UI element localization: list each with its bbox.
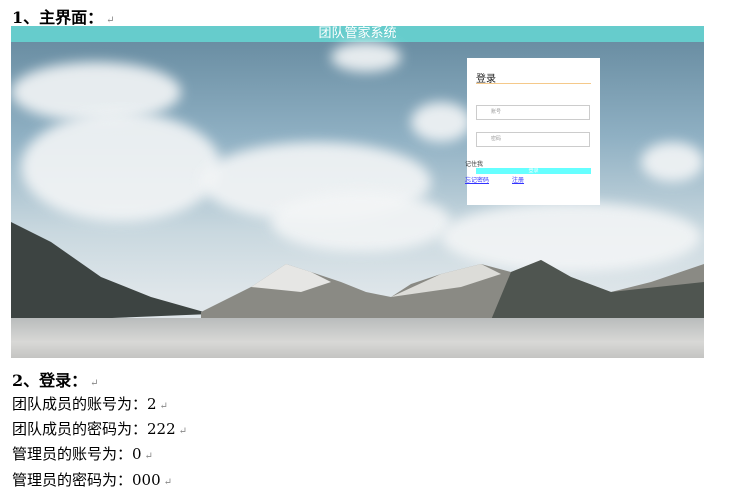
paragraph-mark: ↵ xyxy=(163,477,173,488)
member-account-line: 团队成员的账号为：2 ↵ xyxy=(12,393,168,414)
paragraph-mark: ↵ xyxy=(144,451,153,462)
heading-main-interface: 1、主界面： ↵ xyxy=(12,4,115,28)
login-button[interactable]: 登录 xyxy=(476,168,591,174)
admin-password-line: 管理员的密码为：000 ↵ xyxy=(12,469,172,490)
line-text: 团队成员的密码为：222 xyxy=(12,420,176,438)
frozen-lake xyxy=(11,318,704,358)
paragraph-mark: ↵ xyxy=(90,378,99,389)
paragraph-mark: ↵ xyxy=(178,426,188,437)
paragraph-mark: ↵ xyxy=(106,15,115,26)
mountains xyxy=(11,222,704,322)
title-underline xyxy=(476,83,591,84)
app-screenshot: 团队管家系统 登录 账号 密码 记住我 登录 忘记密码 注册 xyxy=(11,26,704,358)
member-password-line: 团队成员的密码为：222 ↵ xyxy=(12,418,187,439)
app-title-bar: 团队管家系统 xyxy=(11,26,704,42)
login-panel: 登录 账号 密码 记住我 登录 忘记密码 注册 xyxy=(465,58,600,205)
line-text: 管理员的密码为：000 xyxy=(12,471,161,489)
paragraph-mark: ↵ xyxy=(159,401,168,412)
admin-account-line: 管理员的账号为：0 ↵ xyxy=(12,443,153,464)
password-input[interactable]: 密码 xyxy=(476,132,590,147)
heading-text: 2、登录： xyxy=(12,371,88,390)
heading-login: 2、登录： ↵ xyxy=(12,367,99,391)
heading-text: 1、主界面： xyxy=(12,8,104,27)
account-input[interactable]: 账号 xyxy=(476,105,590,120)
landscape-background: 登录 账号 密码 记住我 登录 忘记密码 注册 xyxy=(11,42,704,358)
line-text: 团队成员的账号为：2 xyxy=(12,395,157,413)
forgot-password-link[interactable]: 忘记密码 xyxy=(465,175,489,184)
line-text: 管理员的账号为：0 xyxy=(12,445,142,463)
remember-me-checkbox[interactable]: 记住我 xyxy=(465,159,483,168)
register-link[interactable]: 注册 xyxy=(512,175,524,184)
